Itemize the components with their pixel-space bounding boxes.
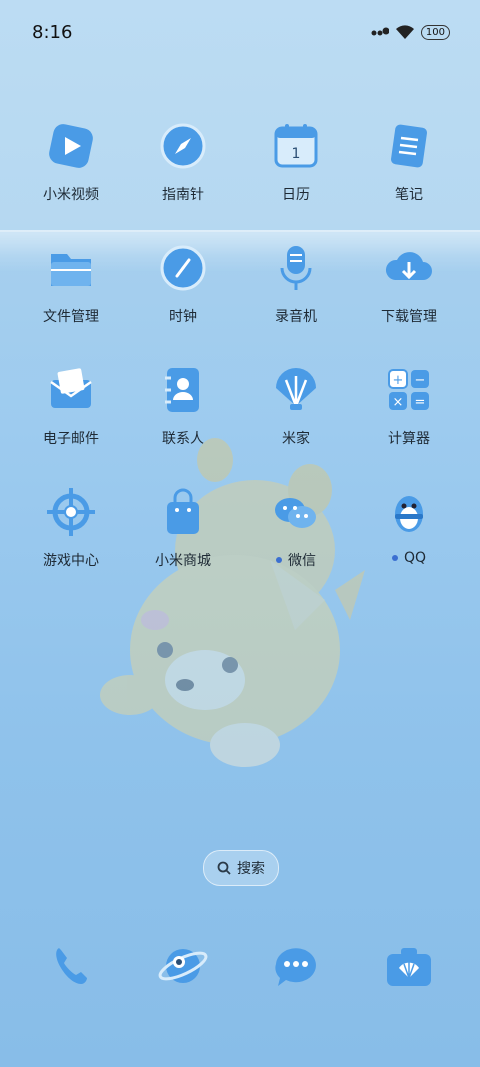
app-label-text: 日历 xyxy=(282,187,310,203)
app-label: 笔记 xyxy=(354,184,464,204)
app-label-text: 微信 xyxy=(288,553,316,569)
wechat-icon xyxy=(268,484,324,540)
camera-icon xyxy=(381,938,437,994)
app-compass[interactable]: 指南针 xyxy=(128,118,238,204)
status-time: 8:16 xyxy=(32,22,73,43)
app-label-text: 下载管理 xyxy=(381,309,437,325)
app-shell[interactable]: 米家 xyxy=(241,362,351,448)
browser-planet-icon xyxy=(155,938,211,994)
app-label: 录音机 xyxy=(241,306,351,326)
phone-icon xyxy=(43,938,99,994)
app-label: 日历 xyxy=(241,184,351,204)
search-button[interactable]: 搜索 xyxy=(203,850,279,886)
app-shopping-bag[interactable]: 小米商城 xyxy=(128,484,238,570)
svg-text:×: × xyxy=(393,395,404,410)
svg-text:=: = xyxy=(415,395,426,410)
app-label-text: 小米视频 xyxy=(43,187,99,203)
app-label-text: 文件管理 xyxy=(43,309,99,325)
game-center-icon xyxy=(43,484,99,540)
svg-text:+: + xyxy=(393,373,404,388)
app-label-text: 时钟 xyxy=(169,309,197,325)
app-folder[interactable]: 文件管理 xyxy=(16,240,126,326)
app-label-text: 笔记 xyxy=(395,187,423,203)
notification-dots-icon xyxy=(371,27,389,36)
app-label: 电子邮件 xyxy=(16,428,126,448)
new-badge-dot xyxy=(391,555,398,561)
app-label-text: 小米商城 xyxy=(155,553,211,569)
clock-icon xyxy=(155,240,211,296)
app-label: 时钟 xyxy=(128,306,238,326)
app-wechat[interactable]: 微信 xyxy=(241,484,351,570)
app-qq-penguin[interactable]: QQ xyxy=(354,484,464,566)
folder-icon xyxy=(43,240,99,296)
app-download-cloud[interactable]: 下载管理 xyxy=(354,240,464,326)
microphone-icon xyxy=(268,240,324,296)
mail-icon xyxy=(43,362,99,418)
calculator-icon: + − × = xyxy=(381,362,437,418)
compass-icon xyxy=(155,118,211,174)
app-label-text: 计算器 xyxy=(388,431,430,447)
app-label-text: 游戏中心 xyxy=(43,553,99,569)
download-cloud-icon xyxy=(381,240,437,296)
app-label: 小米商城 xyxy=(128,550,238,570)
svg-text:1: 1 xyxy=(292,146,301,162)
app-label: 文件管理 xyxy=(16,306,126,326)
svg-text:−: − xyxy=(415,373,426,388)
contacts-icon xyxy=(155,362,211,418)
calendar-icon: 1 xyxy=(268,118,324,174)
corgi-wallpaper-illustration xyxy=(100,438,365,767)
app-contacts[interactable]: 联系人 xyxy=(128,362,238,448)
shell-icon xyxy=(268,362,324,418)
app-label: 计算器 xyxy=(354,428,464,448)
app-label-text: 联系人 xyxy=(162,431,204,447)
dock xyxy=(0,938,480,994)
app-label-text: 米家 xyxy=(282,431,310,447)
app-notes[interactable]: 笔记 xyxy=(354,118,464,204)
app-label: 米家 xyxy=(241,428,351,448)
app-label: QQ xyxy=(354,550,464,566)
battery-indicator: 100 xyxy=(420,24,450,40)
wifi-icon xyxy=(395,25,414,39)
dock-camera[interactable] xyxy=(354,938,464,994)
app-label: 微信 xyxy=(241,550,351,570)
app-label: 下载管理 xyxy=(354,306,464,326)
search-icon xyxy=(217,861,231,875)
app-label-text: 录音机 xyxy=(275,309,317,325)
shopping-bag-icon xyxy=(155,484,211,540)
app-calculator[interactable]: + − × = 计算器 xyxy=(354,362,464,448)
dock-messages[interactable] xyxy=(241,938,351,994)
app-label: 小米视频 xyxy=(16,184,126,204)
notes-icon xyxy=(381,118,437,174)
app-mail[interactable]: 电子邮件 xyxy=(16,362,126,448)
search-label: 搜索 xyxy=(237,861,265,877)
messages-icon xyxy=(268,938,324,994)
app-label-text: 电子邮件 xyxy=(43,431,99,447)
app-game-center[interactable]: 游戏中心 xyxy=(16,484,126,570)
app-clock[interactable]: 时钟 xyxy=(128,240,238,326)
new-badge-dot xyxy=(276,557,282,563)
app-calendar[interactable]: 1 日历 xyxy=(241,118,351,204)
app-label-text: QQ xyxy=(403,550,427,566)
app-label: 联系人 xyxy=(128,428,238,448)
dock-phone[interactable] xyxy=(16,938,126,994)
app-microphone[interactable]: 录音机 xyxy=(241,240,351,326)
app-label-text: 指南针 xyxy=(162,187,204,203)
qq-penguin-icon xyxy=(381,484,437,540)
video-icon xyxy=(43,118,99,174)
app-video[interactable]: 小米视频 xyxy=(16,118,126,204)
app-label: 指南针 xyxy=(128,184,238,204)
dock-browser-planet[interactable] xyxy=(128,938,238,994)
app-label: 游戏中心 xyxy=(16,550,126,570)
status-bar: 8:16 100 xyxy=(0,0,480,68)
